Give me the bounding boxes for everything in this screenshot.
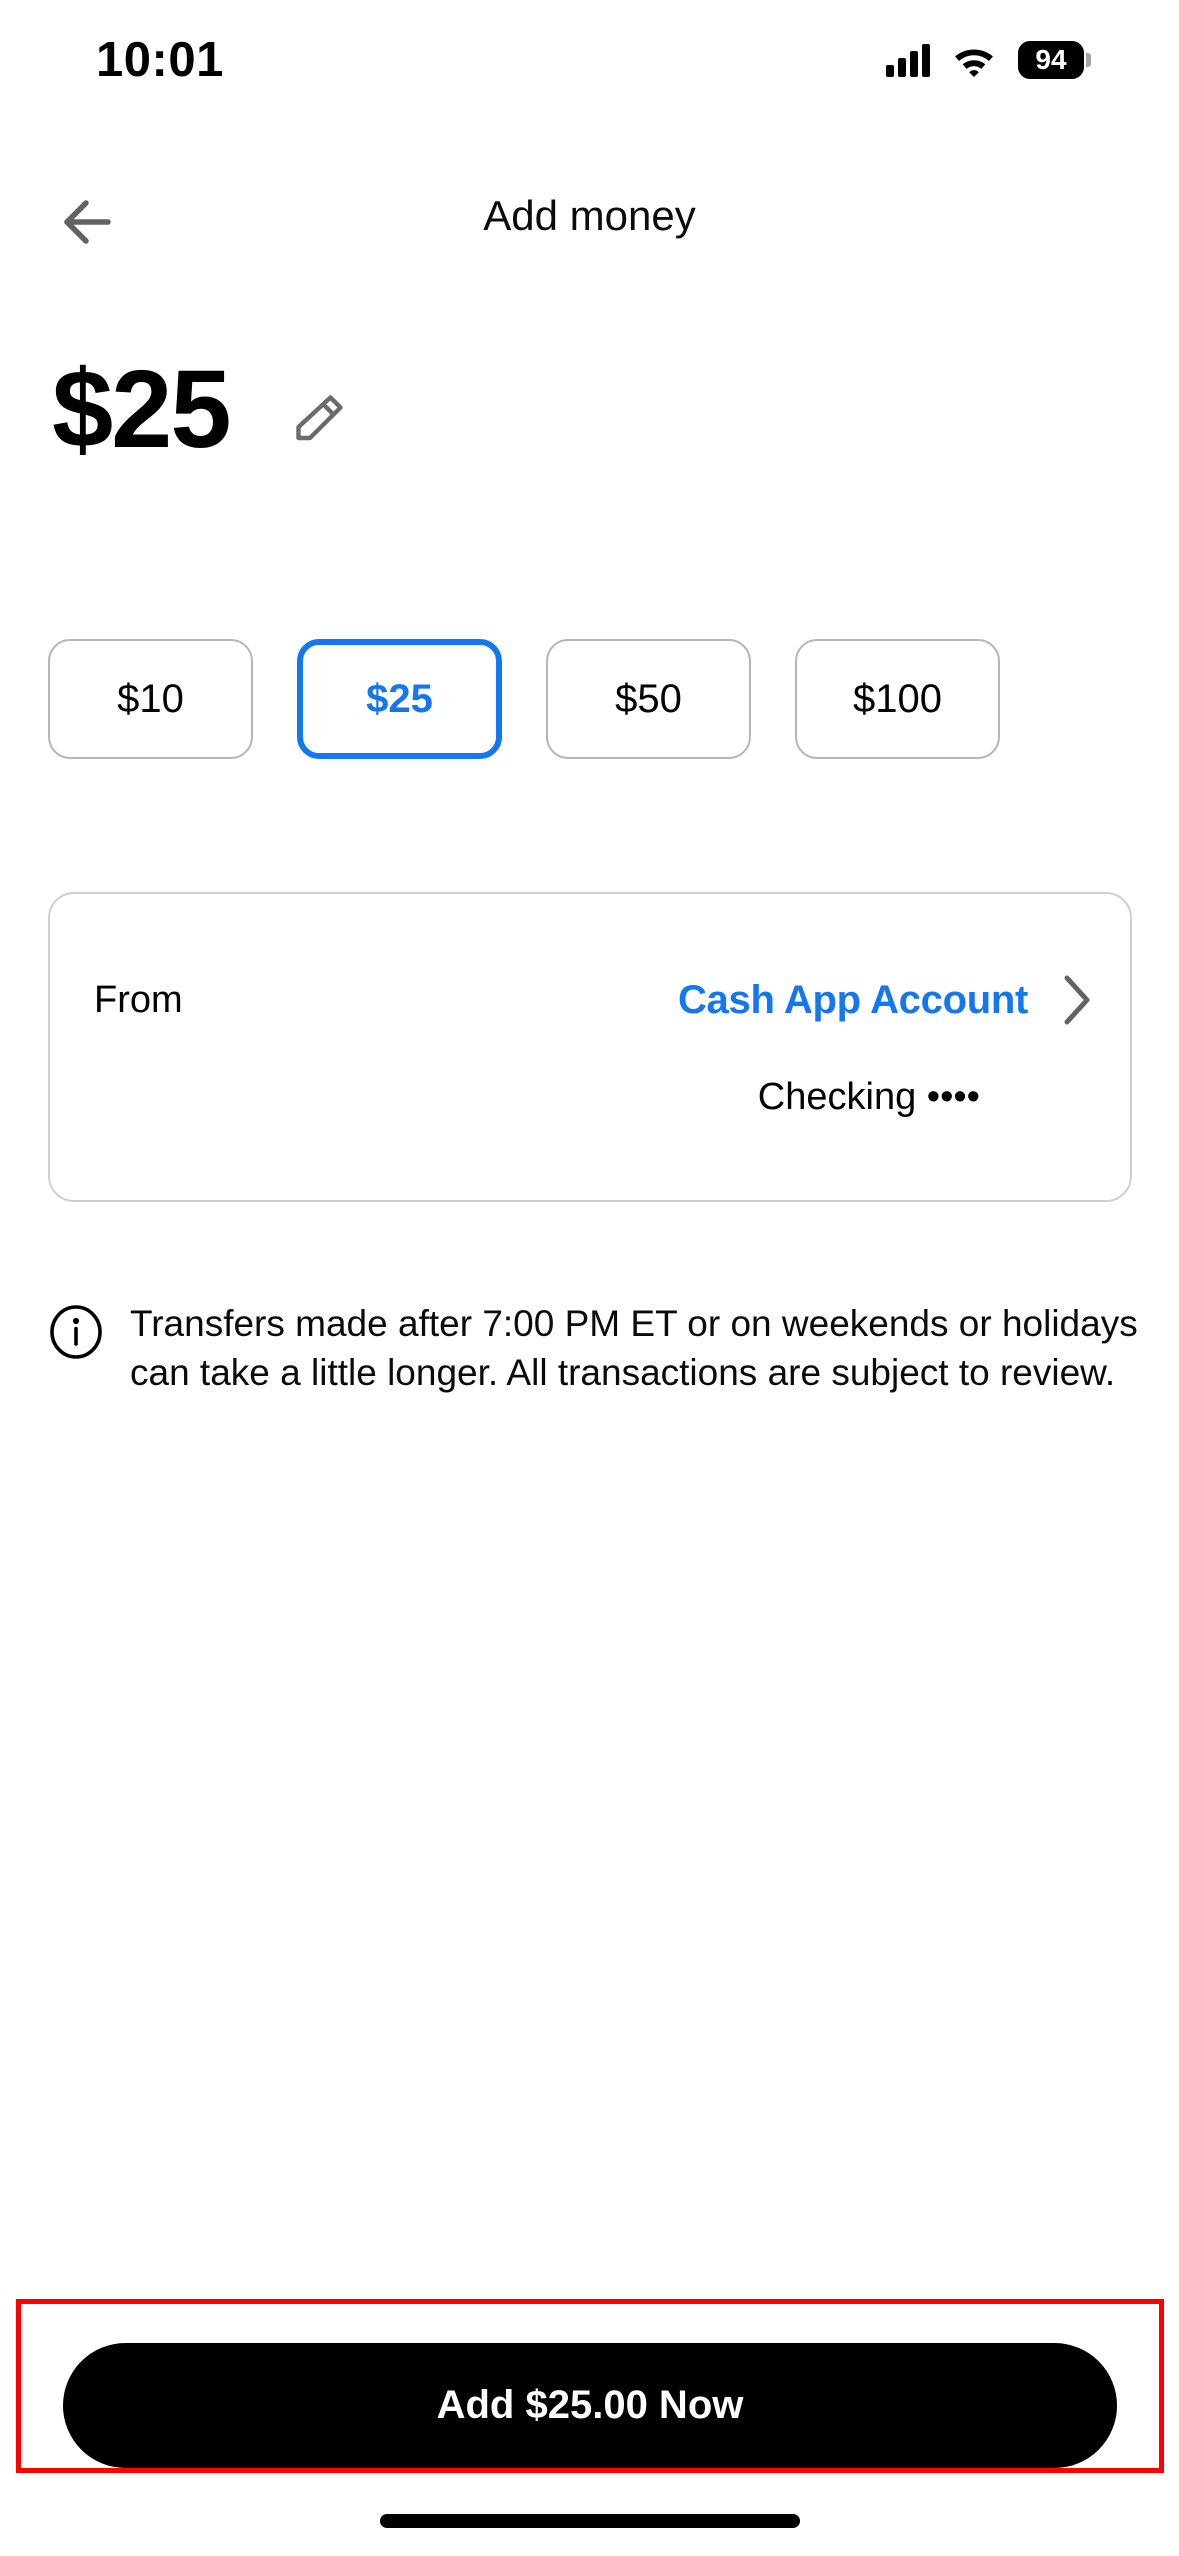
amount-value: $25 xyxy=(52,348,232,471)
disclaimer-text: Transfers made after 7:00 PM ET or on we… xyxy=(130,1303,1138,1393)
add-money-button-label: Add $25.00 Now xyxy=(436,2383,744,2427)
status-bar-indicators: 94 xyxy=(886,41,1091,79)
status-bar: 10:01 94 xyxy=(0,0,1179,120)
preset-amount-chips: $10 $25 $50 $100 xyxy=(48,639,1000,759)
info-circle-icon xyxy=(48,1304,104,1365)
edit-amount-button[interactable] xyxy=(280,381,356,457)
transfer-disclaimer: Transfers made after 7:00 PM ET or on we… xyxy=(48,1300,1138,1398)
preset-chip-50[interactable]: $50 xyxy=(546,639,751,759)
source-account-card[interactable]: From Cash App Account Checking •••• xyxy=(48,892,1132,1202)
source-account-row: From Cash App Account xyxy=(94,972,1094,1028)
pencil-icon xyxy=(295,395,343,441)
source-account-detail: Checking •••• xyxy=(757,1076,980,1118)
signal-bars-icon xyxy=(886,43,930,77)
status-bar-time: 10:01 xyxy=(96,32,224,87)
chevron-right-icon xyxy=(1064,975,1090,1025)
wifi-icon xyxy=(952,43,996,77)
navigation-bar: Add money xyxy=(0,168,1179,278)
preset-chip-100[interactable]: $100 xyxy=(795,639,1000,759)
source-account-name: Cash App Account xyxy=(677,977,1028,1022)
add-money-screen: 10:01 94 Add money $25 $10 $25 $50 $100 … xyxy=(0,0,1179,2556)
page-title: Add money xyxy=(483,192,696,239)
add-money-button[interactable]: Add $25.00 Now xyxy=(63,2343,1117,2468)
amount-display-row: $25 xyxy=(52,355,356,465)
battery-indicator: 94 xyxy=(1018,41,1084,79)
preset-chip-25[interactable]: $25 xyxy=(297,639,502,759)
source-label: From xyxy=(94,978,183,1021)
home-indicator[interactable] xyxy=(379,2514,800,2528)
preset-chip-10[interactable]: $10 xyxy=(48,639,253,759)
source-value-wrap[interactable]: Cash App Account xyxy=(678,972,1094,1028)
battery-nub-icon xyxy=(1086,53,1091,67)
